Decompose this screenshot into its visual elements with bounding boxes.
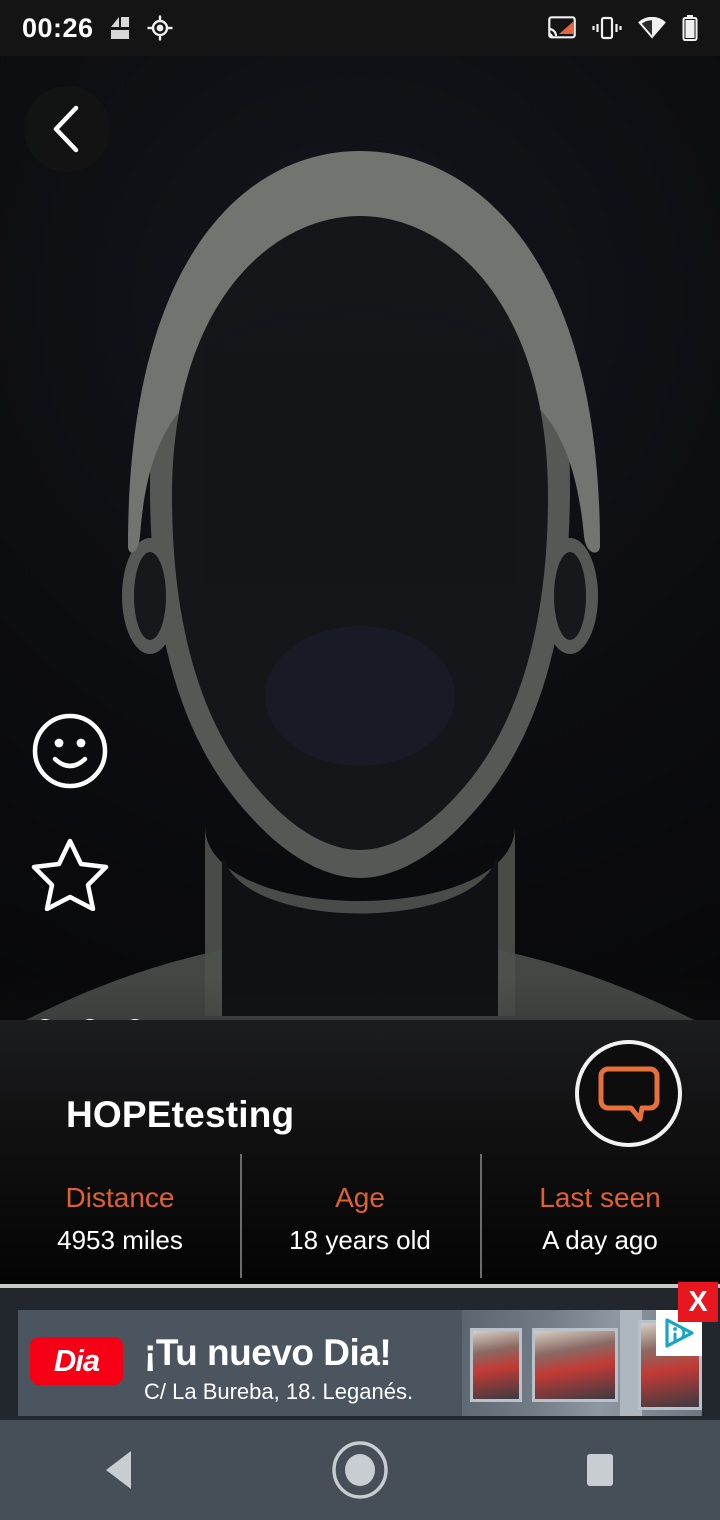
square-recents-icon xyxy=(587,1454,613,1486)
circle-home-icon xyxy=(332,1441,388,1499)
ad-brand-logo: Dia xyxy=(30,1337,123,1385)
chat-bubble-icon xyxy=(598,1066,659,1121)
chat-button[interactable] xyxy=(575,1040,682,1147)
ad-store-window xyxy=(532,1328,618,1402)
stat-label: Age xyxy=(335,1182,385,1213)
ad-store-window xyxy=(470,1328,522,1402)
chevron-left-icon xyxy=(53,105,79,153)
stat-label: Last seen xyxy=(539,1182,661,1213)
status-bar-left: 00:26 xyxy=(22,13,174,44)
star-icon xyxy=(31,838,109,911)
stat-label: Distance xyxy=(65,1182,175,1213)
smiley-face-button[interactable] xyxy=(30,711,110,791)
ad-close-button[interactable]: X xyxy=(678,1282,718,1322)
ad-subtext: C/ La Bureba, 18. Leganés. xyxy=(144,1379,414,1404)
status-bar: 00:26 xyxy=(0,0,720,56)
stat-last-seen: Last seen A day ago xyxy=(480,1154,720,1284)
stat-value: A day ago xyxy=(542,1225,658,1255)
gps-location-icon xyxy=(147,15,173,41)
ad-brand-text: Dia xyxy=(53,1343,100,1378)
status-bar-clock: 00:26 xyxy=(22,12,94,43)
profile-stats-row: Distance 4953 miles Age 18 years old Las… xyxy=(0,1154,720,1284)
android-navigation-bar xyxy=(0,1420,720,1520)
wifi-icon xyxy=(638,17,666,39)
stat-value: 18 years old xyxy=(289,1225,431,1255)
side-action-group xyxy=(30,711,110,913)
cast-screen-icon xyxy=(548,16,576,39)
profile-username: HOPEtesting xyxy=(66,1094,295,1135)
favorite-star-button[interactable] xyxy=(30,833,110,913)
ad-close-label: X xyxy=(688,1285,708,1318)
vibrate-mode-icon xyxy=(592,16,622,40)
smiley-face-icon xyxy=(32,713,108,789)
stat-distance: Distance 4953 miles xyxy=(0,1160,240,1284)
nav-home-button[interactable] xyxy=(240,1441,480,1499)
ad-separator xyxy=(0,1284,720,1288)
profile-info-panel: HOPEtesting Distance 4953 miles Age 18 y… xyxy=(0,1020,720,1284)
app-screen: 00:26 HOPEtesting Distance 4953 miles Ag… xyxy=(0,0,720,1520)
advertisement-zone: Dia ¡Tu nuevo Dia! C/ La Bureba, 18. Leg… xyxy=(0,1282,720,1420)
stat-value: 4953 miles xyxy=(57,1225,183,1255)
status-bar-right xyxy=(548,15,698,41)
battery-icon xyxy=(682,15,698,41)
stat-age: Age 18 years old xyxy=(240,1154,480,1284)
ad-headline: ¡Tu nuevo Dia! xyxy=(144,1332,392,1373)
back-button[interactable] xyxy=(24,86,110,172)
nav-recents-button[interactable] xyxy=(480,1451,720,1489)
app-notification-icon xyxy=(110,17,129,39)
ad-banner[interactable]: Dia ¡Tu nuevo Dia! C/ La Bureba, 18. Leg… xyxy=(18,1310,702,1416)
nav-back-button[interactable] xyxy=(0,1448,240,1492)
triangle-back-icon xyxy=(106,1451,131,1489)
